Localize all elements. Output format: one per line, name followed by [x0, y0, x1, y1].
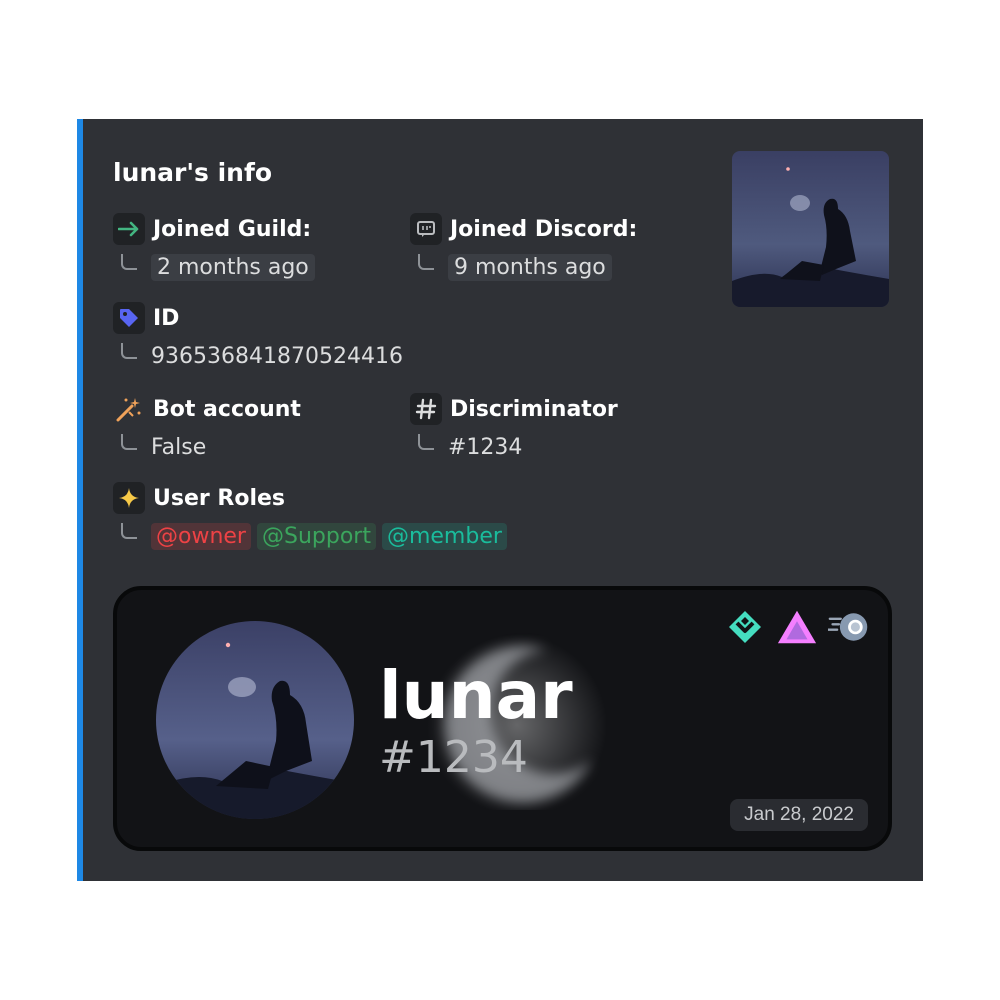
- branch-connector-icon: [121, 523, 137, 539]
- user-info-embed: lunar's info Joined Guild: 2 months ago …: [77, 119, 923, 881]
- embed-thumbnail[interactable]: [732, 151, 889, 307]
- role-mention-member[interactable]: @member: [381, 522, 507, 550]
- field-value-discriminator: #1234: [448, 434, 523, 460]
- card-username: lunar: [379, 657, 573, 734]
- arrow-right-icon: [113, 213, 145, 245]
- branch-connector-icon: [121, 343, 137, 359]
- branch-connector-icon: [121, 434, 137, 450]
- field-name-joined-discord: Joined Discord:: [450, 216, 638, 242]
- field-value-id: 936536841870524416: [151, 343, 403, 369]
- field-name-discriminator: Discriminator: [450, 396, 618, 422]
- field-name-bot-account: Bot account: [153, 396, 301, 422]
- field-value-joined-guild: 2 months ago: [151, 253, 315, 281]
- field-joined-discord: Joined Discord: 9 months ago: [410, 212, 637, 284]
- field-value-bot-account: False: [151, 434, 207, 460]
- branch-connector-icon: [121, 254, 137, 270]
- discord-chat-icon: [410, 213, 442, 245]
- role-mention-support[interactable]: @Support: [256, 522, 376, 550]
- card-discriminator: #1234: [379, 732, 528, 783]
- field-value-joined-discord: 9 months ago: [448, 253, 612, 281]
- tag-icon: [113, 302, 145, 334]
- role-mention-owner[interactable]: @owner: [151, 522, 251, 550]
- early-supporter-triangle-icon[interactable]: [776, 608, 818, 646]
- sparkle-icon: [113, 482, 145, 514]
- embed-title: lunar's info: [113, 158, 273, 187]
- branch-connector-icon: [418, 254, 434, 270]
- hash-icon: [410, 393, 442, 425]
- badge-row: [724, 608, 870, 646]
- magic-wand-icon: [113, 393, 145, 425]
- branch-connector-icon: [418, 434, 434, 450]
- field-bot-account: Bot account False: [113, 392, 301, 464]
- field-name-joined-guild: Joined Guild:: [153, 216, 312, 242]
- field-user-roles: User Roles @owner @Support @member: [113, 481, 513, 553]
- hypesquad-balance-icon[interactable]: [724, 608, 766, 646]
- nitro-boost-icon[interactable]: [828, 608, 870, 646]
- field-joined-guild: Joined Guild: 2 months ago: [113, 212, 315, 284]
- field-name-id: ID: [153, 305, 180, 331]
- field-name-user-roles: User Roles: [153, 485, 285, 511]
- field-id: ID 936536841870524416: [113, 301, 403, 373]
- field-discriminator: Discriminator #1234: [410, 392, 618, 464]
- card-date: Jan 28, 2022: [730, 799, 868, 831]
- avatar[interactable]: [156, 621, 354, 819]
- profile-card-image[interactable]: lunar #1234 Jan 28, 2022: [113, 586, 892, 851]
